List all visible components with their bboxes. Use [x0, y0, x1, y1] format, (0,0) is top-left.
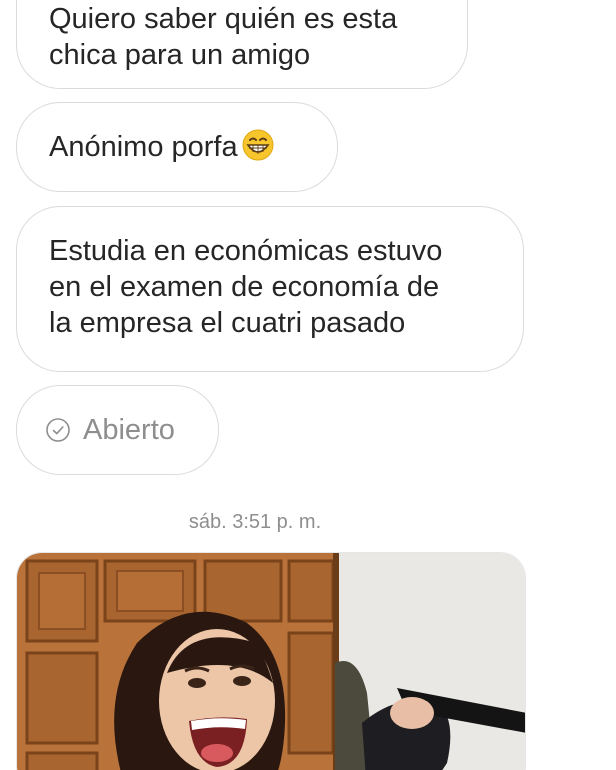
photo-image [17, 553, 525, 770]
message-bubble[interactable]: Anónimo porfa [16, 102, 338, 192]
message-bubble[interactable]: Estudia en económicas estuvo en el exame… [16, 206, 524, 372]
grinning-face-emoji-icon [242, 129, 274, 161]
status-label: Abierto [83, 414, 175, 446]
message-line: la empresa el cuatri pasado [49, 307, 406, 339]
message-line: Anónimo porfa [49, 129, 305, 165]
message-line: Estudia en económicas estuvo [49, 235, 443, 267]
message-line: Quiero saber quién es esta [49, 3, 398, 35]
message-line: en el examen de economía de [49, 271, 440, 303]
check-circle-icon [46, 418, 70, 442]
chat-thread: Quiero saber quién es esta chica para un… [0, 0, 616, 770]
message-timestamp: sáb. 3:51 p. m. [188, 511, 322, 533]
message-line: chica para un amigo [49, 39, 311, 71]
message-bubble[interactable]: Quiero saber quién es esta chica para un… [16, 0, 468, 89]
shared-photo[interactable] [16, 552, 526, 770]
opened-status-pill: Abierto [16, 385, 219, 475]
